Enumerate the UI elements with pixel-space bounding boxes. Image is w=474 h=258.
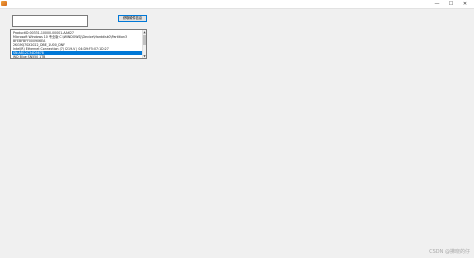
list-item[interactable]: WD Blue SN550 1TB <box>12 55 143 58</box>
window-controls: — ☐ ✕ <box>430 0 472 8</box>
close-button[interactable]: ✕ <box>458 0 472 8</box>
hardware-info-listbox[interactable]: ProductID:00331-10000-00001-AA627 Micros… <box>10 29 147 59</box>
vertical-scrollbar[interactable]: ▲ ▼ <box>142 30 146 58</box>
hardware-text-input[interactable] <box>12 15 88 27</box>
app-icon <box>1 1 7 6</box>
minimize-button[interactable]: — <box>430 0 444 8</box>
scroll-down-icon[interactable]: ▼ <box>143 54 146 58</box>
watermark: CSDN @拂晓的仔 <box>429 249 470 255</box>
title-bar: — ☐ ✕ <box>0 0 474 9</box>
get-hardware-info-button[interactable]: 获取硬件信息 <box>118 15 147 22</box>
scroll-thumb[interactable] <box>143 35 146 45</box>
scroll-up-icon[interactable]: ▲ <box>143 30 146 34</box>
maximize-button[interactable]: ☐ <box>444 0 458 8</box>
